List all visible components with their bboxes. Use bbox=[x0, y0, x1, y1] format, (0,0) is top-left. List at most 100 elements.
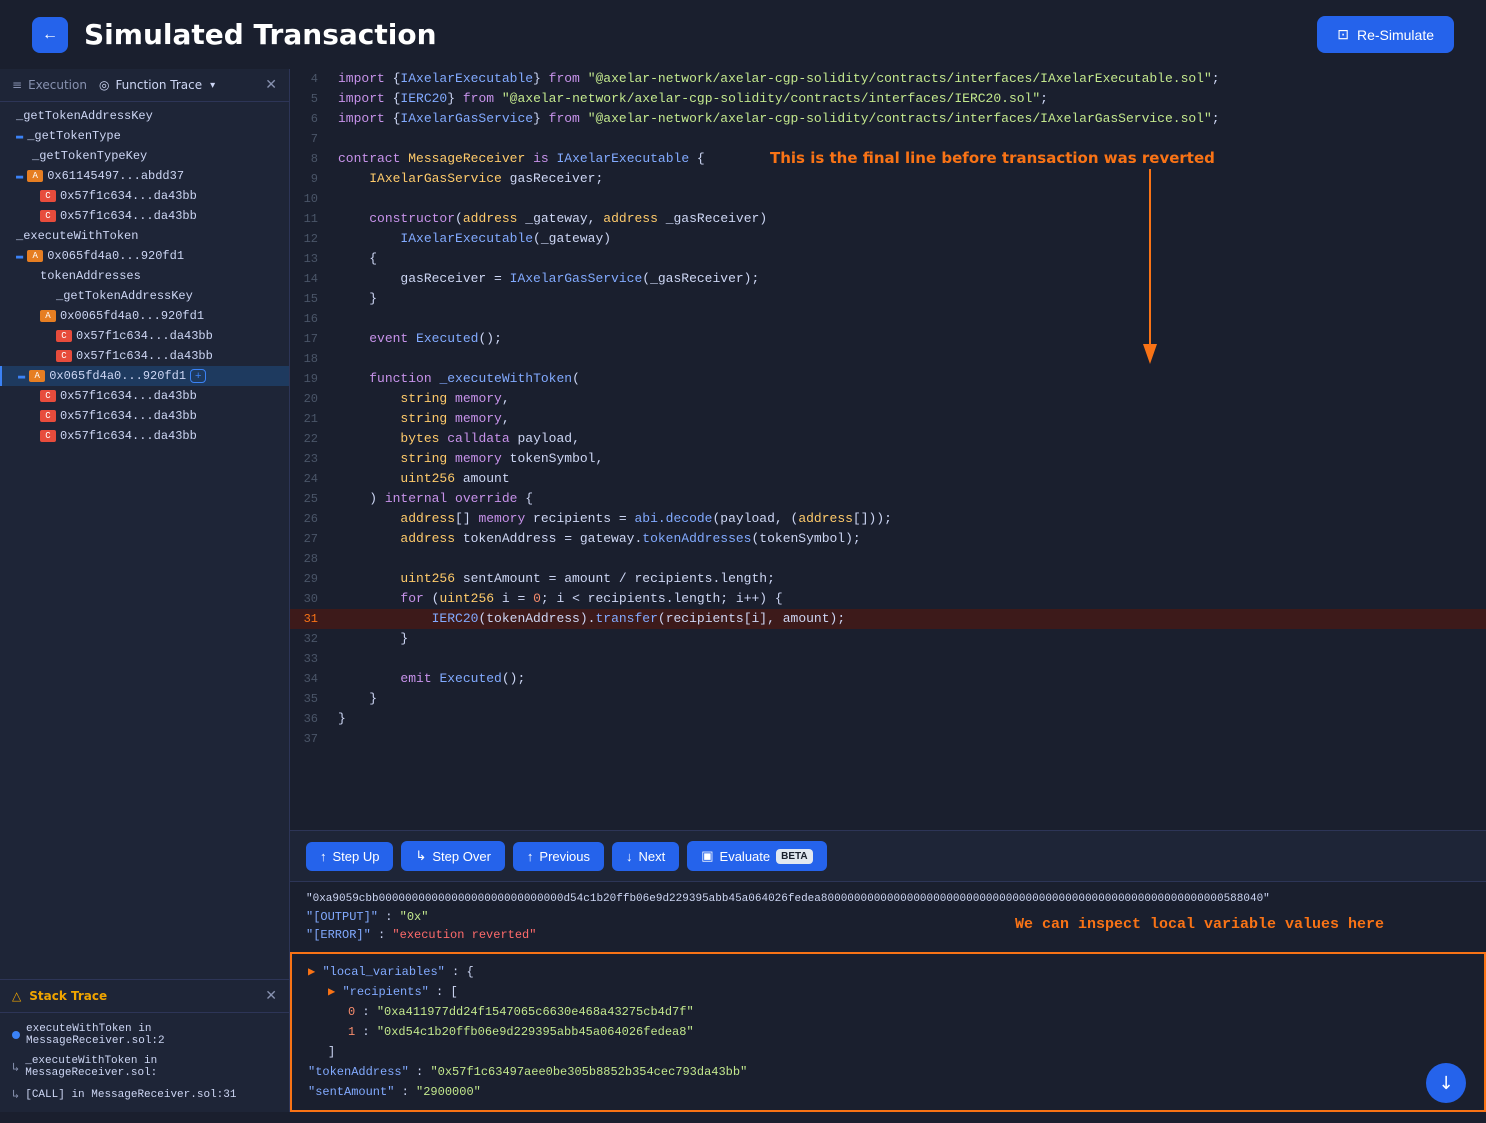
contract-icon2: C bbox=[40, 210, 56, 222]
var-token-address: "tokenAddress" : "0x57f1c63497aee0be305b… bbox=[308, 1062, 1468, 1082]
tree-item-contract5[interactable]: C 0x57f1c634...da43bb bbox=[0, 386, 289, 406]
tree-item-getTokenTypeKey[interactable]: _getTokenTypeKey bbox=[0, 146, 289, 166]
address-icon4: A bbox=[29, 370, 45, 382]
var-local-variables-key: ▶ "local_variables" : { bbox=[308, 962, 1468, 982]
previous-button[interactable]: ↑ Previous bbox=[513, 842, 604, 871]
arrow-icon-2: ↳ bbox=[12, 1087, 19, 1102]
var-recipient-0: 0 : "0xa411977dd24f1547065c6630e468a4327… bbox=[308, 1002, 1468, 1022]
stack-item-0[interactable]: executeWithToken in MessageReceiver.sol:… bbox=[0, 1019, 289, 1051]
function-trace-icon: ◎ bbox=[99, 78, 109, 92]
page-title: Simulated Transaction bbox=[84, 18, 437, 51]
dot-blue bbox=[12, 1031, 20, 1039]
stack-item-2[interactable]: ↳ [CALL] in MessageReceiver.sol:31 bbox=[0, 1083, 289, 1106]
var-bracket-close: ] bbox=[308, 1042, 1468, 1062]
code-line-20: 20 string memory, bbox=[290, 389, 1486, 409]
code-line-12: 12 IAxelarExecutable(_gateway) bbox=[290, 229, 1486, 249]
code-line-19: 19 function _executeWithToken( bbox=[290, 369, 1486, 389]
tree-item-addr3[interactable]: A 0x0065fd4a0...920fd1 bbox=[0, 306, 289, 326]
code-line-15: 15 } bbox=[290, 289, 1486, 309]
tree-item-contract6[interactable]: C 0x57f1c634...da43bb bbox=[0, 406, 289, 426]
contract-icon4: C bbox=[56, 350, 72, 362]
variables-panel: We can inspect local variable values her… bbox=[290, 952, 1486, 1112]
code-line-7: 7 bbox=[290, 129, 1486, 149]
next-icon: ↓ bbox=[626, 849, 633, 864]
tree-item-addr1[interactable]: ▬ A 0x61145497...abdd37 bbox=[0, 166, 289, 186]
code-line-29: 29 uint256 sentAmount = amount / recipie… bbox=[290, 569, 1486, 589]
beta-badge: BETA bbox=[776, 849, 812, 864]
code-area[interactable]: This is the final line before transactio… bbox=[290, 69, 1486, 830]
function-trace-tree: _getTokenAddressKey ▬ _getTokenType _get… bbox=[0, 102, 289, 979]
contract-icon6: C bbox=[40, 410, 56, 422]
evaluate-label: Evaluate bbox=[720, 849, 771, 864]
panel-close-button[interactable]: ✕ bbox=[265, 77, 277, 93]
tree-item-getTokenAddressKey[interactable]: _getTokenAddressKey bbox=[0, 106, 289, 126]
tree-item-addr4-active[interactable]: ▬ A 0x065fd4a0...920fd1 + bbox=[0, 366, 289, 386]
left-panel: ≡ Execution ◎ Function Trace ▾ ✕ _getTok… bbox=[0, 69, 290, 1112]
code-line-27: 27 address tokenAddress = gateway.tokenA… bbox=[290, 529, 1486, 549]
main-layout: ≡ Execution ◎ Function Trace ▾ ✕ _getTok… bbox=[0, 69, 1486, 1112]
code-line-17: 17 event Executed(); bbox=[290, 329, 1486, 349]
code-panel: This is the final line before transactio… bbox=[290, 69, 1486, 1112]
tree-item-getTokenType[interactable]: ▬ _getTokenType bbox=[0, 126, 289, 146]
code-line-37: 37 bbox=[290, 729, 1486, 749]
tab-function-trace[interactable]: ◎ Function Trace ▾ bbox=[99, 78, 215, 92]
add-button[interactable]: + bbox=[190, 369, 206, 383]
address-icon2: A bbox=[27, 250, 43, 262]
resimulate-icon: ⊡ bbox=[1337, 26, 1349, 43]
tree-item-addr2[interactable]: ▬ A 0x065fd4a0...920fd1 bbox=[0, 246, 289, 266]
collapse-icon: ▬ bbox=[16, 129, 23, 143]
header-left: ← Simulated Transaction bbox=[32, 17, 437, 53]
code-line-23: 23 string memory tokenSymbol, bbox=[290, 449, 1486, 469]
output-panel: "0xa9059cbb0000000000000000000000000000d… bbox=[290, 882, 1486, 952]
code-line-16: 16 bbox=[290, 309, 1486, 329]
tab-function-trace-label: Function Trace bbox=[115, 78, 202, 92]
stack-items: executeWithToken in MessageReceiver.sol:… bbox=[0, 1013, 289, 1112]
code-line-32: 32 } bbox=[290, 629, 1486, 649]
code-line-10: 10 bbox=[290, 189, 1486, 209]
output-error: "[ERROR]" : "execution reverted" bbox=[306, 926, 1470, 944]
code-line-6: 6 import {IAxelarGasService} from "@axel… bbox=[290, 109, 1486, 129]
var-recipients-key: ▶ "recipients" : [ bbox=[308, 982, 1468, 1002]
resimulate-label: Re-Simulate bbox=[1357, 27, 1434, 43]
stack-item-text-0: executeWithToken in MessageReceiver.sol:… bbox=[26, 1023, 277, 1047]
stack-trace-close-button[interactable]: ✕ bbox=[265, 988, 277, 1004]
tab-execution[interactable]: ≡ Execution bbox=[12, 78, 87, 92]
code-line-4: 4 import {IAxelarExecutable} from "@axel… bbox=[290, 69, 1486, 89]
resimulate-button[interactable]: ⊡ Re-Simulate bbox=[1317, 16, 1454, 53]
tree-item-contract1[interactable]: C 0x57f1c634...da43bb bbox=[0, 186, 289, 206]
stack-trace-title: △ Stack Trace bbox=[12, 989, 107, 1003]
code-line-14: 14 gasReceiver = IAxelarGasService(_gasR… bbox=[290, 269, 1486, 289]
chevron-down-icon: ▾ bbox=[210, 80, 215, 91]
step-up-label: Step Up bbox=[333, 849, 380, 864]
scroll-indicator[interactable]: ↓ bbox=[1426, 1063, 1466, 1103]
stack-item-1[interactable]: ↳ _executeWithToken in MessageReceiver.s… bbox=[0, 1051, 289, 1083]
header: ← Simulated Transaction ⊡ Re-Simulate bbox=[0, 0, 1486, 69]
tree-item-contract2[interactable]: C 0x57f1c634...da43bb bbox=[0, 206, 289, 226]
tree-item-contract7[interactable]: C 0x57f1c634...da43bb bbox=[0, 426, 289, 446]
contract-icon1: C bbox=[40, 190, 56, 202]
tree-item-getTokenAddressKey2[interactable]: _getTokenAddressKey bbox=[0, 286, 289, 306]
code-line-31: 31 IERC20(tokenAddress).transfer(recipie… bbox=[290, 609, 1486, 629]
tree-item-executeWithToken[interactable]: _executeWithToken bbox=[0, 226, 289, 246]
output-output: "[OUTPUT]" : "0x" bbox=[306, 908, 1470, 926]
evaluate-button[interactable]: ▣ Evaluate BETA bbox=[687, 841, 826, 871]
tree-item-tokenAddresses[interactable]: tokenAddresses bbox=[0, 266, 289, 286]
code-line-22: 22 bytes calldata payload, bbox=[290, 429, 1486, 449]
code-line-30: 30 for (uint256 i = 0; i < recipients.le… bbox=[290, 589, 1486, 609]
code-line-9: 9 IAxelarGasService gasReceiver; bbox=[290, 169, 1486, 189]
next-button[interactable]: ↓ Next bbox=[612, 842, 679, 871]
expand-icon: ▬ bbox=[18, 369, 25, 383]
warning-icon: △ bbox=[12, 989, 21, 1003]
step-up-button[interactable]: ↑ Step Up bbox=[306, 842, 393, 871]
step-over-button[interactable]: ↳ Step Over bbox=[401, 841, 504, 871]
var-sent-amount: "sentAmount" : "2900000" bbox=[308, 1082, 1468, 1102]
code-content: 4 import {IAxelarExecutable} from "@axel… bbox=[290, 69, 1486, 749]
tree-item-contract4[interactable]: C 0x57f1c634...da43bb bbox=[0, 346, 289, 366]
tree-item-contract3[interactable]: C 0x57f1c634...da43bb bbox=[0, 326, 289, 346]
stack-item-text-2: [CALL] in MessageReceiver.sol:31 bbox=[25, 1089, 236, 1101]
stack-trace-label: Stack Trace bbox=[29, 989, 107, 1003]
arrow-icon-1: ↳ bbox=[12, 1060, 19, 1075]
code-line-11: 11 constructor(address _gateway, address… bbox=[290, 209, 1486, 229]
back-button[interactable]: ← bbox=[32, 17, 68, 53]
step-over-icon: ↳ bbox=[415, 848, 426, 864]
